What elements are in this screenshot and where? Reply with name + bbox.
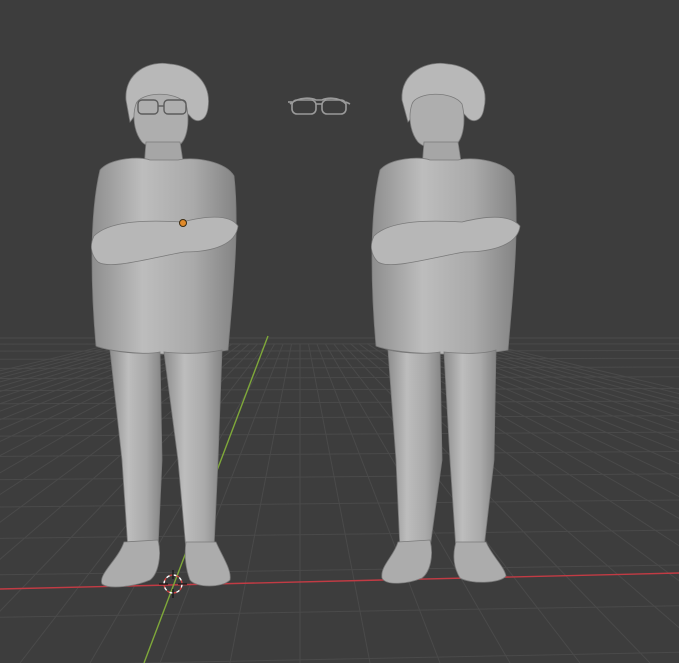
viewport-canvas[interactable] xyxy=(0,0,679,663)
grid-line xyxy=(0,431,679,437)
left-leg xyxy=(109,349,163,551)
grid-line xyxy=(400,343,679,465)
grid-line xyxy=(0,357,679,360)
grid-line xyxy=(119,651,679,663)
glasses[interactable] xyxy=(288,97,351,115)
3d-viewport[interactable] xyxy=(0,0,679,663)
face xyxy=(409,93,465,150)
grid-line xyxy=(476,343,679,395)
right-shoe xyxy=(453,541,507,583)
grid-line xyxy=(0,605,679,618)
figure-with-glasses[interactable] xyxy=(90,62,239,588)
grid-line xyxy=(0,376,679,379)
grid-line xyxy=(0,450,679,457)
grid-line xyxy=(229,343,293,663)
left-shoe xyxy=(101,539,160,588)
left-leg xyxy=(387,349,443,551)
grid-line xyxy=(0,564,679,576)
grid-line xyxy=(0,473,679,481)
left-shoe xyxy=(381,539,432,584)
grid-line xyxy=(0,529,679,539)
right-shoe xyxy=(184,541,231,587)
grid-line xyxy=(0,415,679,420)
floor-grid xyxy=(0,337,679,663)
grid-line xyxy=(467,343,679,399)
object-origin-icon[interactable] xyxy=(179,219,187,227)
right-leg xyxy=(443,349,497,551)
3d-cursor-icon[interactable] xyxy=(159,570,187,598)
face xyxy=(133,93,189,150)
